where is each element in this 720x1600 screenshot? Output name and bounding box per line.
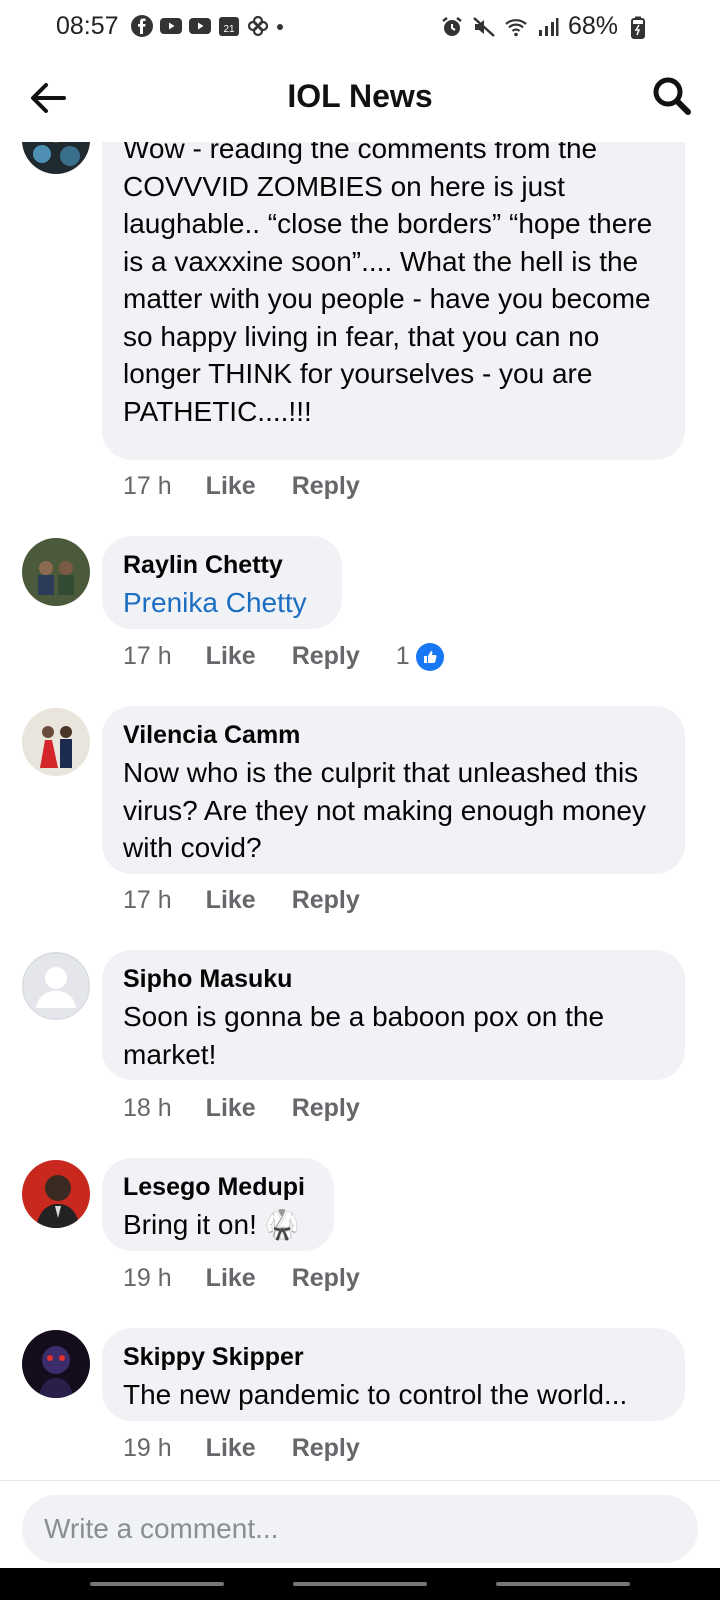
avatar[interactable] [22, 1160, 90, 1228]
reply-button[interactable]: Reply [292, 472, 360, 501]
reply-button[interactable]: Reply [292, 642, 360, 671]
like-button[interactable]: Like [206, 886, 256, 915]
status-time: 08:57 [56, 12, 119, 40]
alarm-icon [442, 16, 462, 36]
battery-charging-icon [631, 16, 645, 39]
comment-actions: 17 h Like Reply [123, 886, 360, 915]
comment-bubble[interactable]: Skippy Skipper The new pandemic to contr… [102, 1328, 685, 1421]
comment-bubble[interactable]: Raylin Chetty Prenika Chetty [102, 536, 342, 629]
like-button[interactable]: Like [206, 1434, 256, 1463]
mute-icon [473, 16, 495, 37]
comment-author[interactable]: Sipho Masuku [123, 964, 663, 994]
comment-text: Soon is gonna be a baboon pox on the mar… [123, 1001, 605, 1070]
wifi-icon [505, 18, 527, 36]
reply-button[interactable]: Reply [292, 1434, 360, 1463]
comment-text: Wow - reading the comments from the COVV… [123, 142, 653, 427]
comment-time[interactable]: 18 h [123, 1094, 172, 1123]
facebook-icon [131, 15, 153, 37]
thumbs-up-icon[interactable] [415, 642, 444, 671]
like-button[interactable]: Like [206, 642, 256, 671]
comment-author[interactable]: Vilencia Camm [123, 720, 663, 750]
youtube-icon [160, 18, 182, 34]
comment-text: Now who is the culprit that unleashed th… [123, 757, 646, 863]
youtube-icon [189, 18, 211, 34]
app-header: IOL News [0, 56, 720, 142]
comment-bubble[interactable]: Sipho Masuku Soon is gonna be a baboon p… [102, 950, 685, 1080]
comment-text: The new pandemic to control the world... [123, 1379, 628, 1410]
avatar[interactable] [22, 708, 90, 776]
comment-composer [0, 1480, 720, 1569]
battery-percent: 68% [567, 12, 618, 40]
avatar-image [22, 1160, 90, 1228]
more-notifications-dot-icon [277, 24, 283, 30]
comment-bubble[interactable]: Lesego Medupi Bring it on! 🥋 [102, 1158, 334, 1251]
nav-recent-apps[interactable] [90, 1582, 224, 1586]
comment-actions: 17 h Like Reply [123, 472, 360, 501]
tagged-person-link[interactable]: Prenika Chetty [123, 584, 320, 622]
reply-button[interactable]: Reply [292, 1094, 360, 1123]
like-button[interactable]: Like [206, 1264, 256, 1293]
nav-home[interactable] [293, 1582, 427, 1586]
default-avatar[interactable] [22, 952, 90, 1020]
comment-time[interactable]: 17 h [123, 472, 172, 501]
comment-author[interactable]: Lesego Medupi [123, 1172, 312, 1202]
comment-time[interactable]: 17 h [123, 642, 172, 671]
avatar-image [22, 708, 90, 776]
comment-input[interactable] [22, 1495, 698, 1563]
comment-bubble[interactable]: Wow - reading the comments from the COVV… [102, 142, 685, 460]
calendar-icon: 21 [219, 17, 239, 36]
avatar-image [22, 538, 90, 606]
comment-text: Bring it on! 🥋 [123, 1209, 300, 1240]
comment-author[interactable]: Raylin Chetty [123, 550, 320, 580]
avatar[interactable] [22, 142, 90, 174]
comment-time[interactable]: 19 h [123, 1434, 172, 1463]
comment-actions: 18 h Like Reply [123, 1094, 360, 1123]
notification-icons: 21 [130, 14, 285, 38]
person-silhouette-icon [24, 954, 88, 1018]
comment-time[interactable]: 17 h [123, 886, 172, 915]
avatar-image [22, 142, 90, 174]
like-button[interactable]: Like [206, 1094, 256, 1123]
search-icon [653, 77, 691, 115]
reply-button[interactable]: Reply [292, 1264, 360, 1293]
avatar[interactable] [22, 1330, 90, 1398]
reply-button[interactable]: Reply [292, 886, 360, 915]
signal-icon [538, 17, 559, 36]
comment-list[interactable]: Wow - reading the comments from the COVV… [0, 142, 720, 1480]
like-button[interactable]: Like [206, 472, 256, 501]
reaction-count[interactable]: 1 [396, 642, 410, 671]
avatar[interactable] [22, 538, 90, 606]
avatar-image [22, 1330, 90, 1398]
comment-actions: 19 h Like Reply [123, 1434, 360, 1463]
comment-actions: 17 h Like Reply 1 [123, 642, 444, 671]
pinwheel-icon [247, 15, 269, 37]
comment-bubble[interactable]: Vilencia Camm Now who is the culprit tha… [102, 706, 685, 874]
system-nav-bar [0, 1568, 720, 1600]
comment-actions: 19 h Like Reply [123, 1264, 360, 1293]
status-bar: 08:57 21 68% [0, 0, 720, 56]
svg-text:21: 21 [223, 24, 235, 35]
comment-author[interactable]: Skippy Skipper [123, 1342, 663, 1372]
nav-back[interactable] [496, 1582, 630, 1586]
page-title: IOL News [287, 78, 433, 114]
comment-time[interactable]: 19 h [123, 1264, 172, 1293]
search-button[interactable] [650, 74, 694, 118]
system-status: 68% [440, 12, 650, 41]
